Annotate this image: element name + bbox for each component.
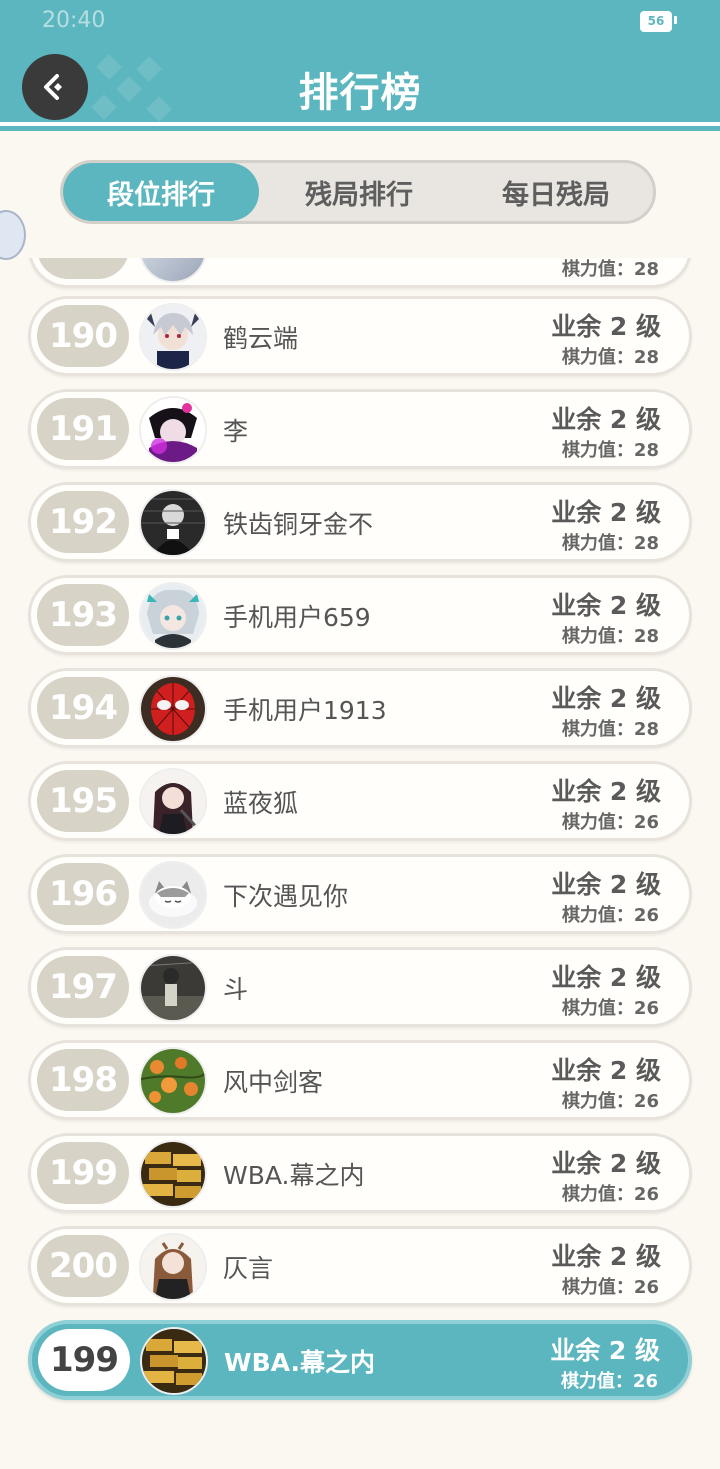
rank-badge: 193: [37, 584, 129, 646]
page-title: 排行榜: [298, 70, 422, 116]
tab-bar: 段位排行 残局排行 每日残局: [60, 160, 656, 224]
rank-badge: 197: [37, 956, 129, 1018]
tab-endgame-rank[interactable]: 残局排行: [259, 163, 459, 221]
list-item[interactable]: 197 ⽃ 业余 2 级 棋力值：26: [28, 947, 692, 1027]
power-value: 棋力值：28: [561, 626, 659, 647]
player-name: 下次遇见你: [223, 882, 349, 911]
rank-badge: 192: [37, 491, 129, 553]
tab-rank-by-level[interactable]: 段位排行: [63, 163, 259, 221]
power-value: 棋力值：28: [561, 259, 659, 280]
rank-badge: 190: [37, 305, 129, 367]
my-power-value: 棋力值：26: [560, 1371, 658, 1392]
avatar: [139, 396, 207, 464]
level-label: 业余 2 级: [551, 870, 661, 899]
player-name: 李: [223, 417, 249, 446]
my-rank-badge: 199: [38, 1329, 130, 1391]
list-item[interactable]: 192 铁齿铜牙金不 业余 2 级 棋力值：28: [28, 482, 692, 562]
player-name: 手机用户659: [223, 603, 371, 632]
list-item[interactable]: 193 手机用户659 业余 2 级 棋力值：28: [28, 575, 692, 655]
avatar: [139, 1140, 207, 1208]
my-avatar: [140, 1327, 208, 1395]
avatar: [139, 861, 207, 929]
list-item[interactable]: 198 风中剑客 业余 2 级 棋力值：26: [28, 1040, 692, 1120]
avatar: [139, 675, 207, 743]
list-item[interactable]: 191 李 业余 2 级 棋力值：28: [28, 389, 692, 469]
power-value: 棋力值：26: [561, 1277, 659, 1298]
level-label: 业余 2 级: [551, 1149, 661, 1178]
power-value: 棋力值：26: [561, 812, 659, 833]
rank-badge: 198: [37, 1049, 129, 1111]
list-item[interactable]: 195 蓝夜狐 业余 2 级 棋力值：26: [28, 761, 692, 841]
player-name: 风中剑客: [223, 1068, 324, 1097]
level-label: 业余 2 级: [551, 312, 661, 341]
level-label: 业余 2 级: [551, 405, 661, 434]
power-value: 棋力值：26: [561, 905, 659, 926]
avatar: [139, 489, 207, 557]
list-item[interactable]: 194 手机用户1913 业余 2 级 棋力值：28: [28, 668, 692, 748]
avatar: [139, 1233, 207, 1301]
header-divider-accent: [0, 126, 720, 131]
avatar: [139, 582, 207, 650]
my-level-label: 业余 2 级: [550, 1336, 660, 1365]
my-player-name: WBA.幕之内: [224, 1348, 375, 1377]
rank-badge: 194: [37, 677, 129, 739]
battery-tip: [674, 16, 677, 24]
list-item[interactable]: 190 鹤云端 业余 2 级 棋力值：28: [28, 296, 692, 376]
my-rank-row[interactable]: 199 WBA.幕之内 业余 2 级 棋力值：26: [28, 1320, 692, 1400]
player-name: ⽃: [223, 975, 249, 1004]
avatar: [139, 303, 207, 371]
power-value: 棋力值：26: [561, 1091, 659, 1112]
battery-icon: 56: [640, 11, 672, 32]
level-label: 业余 2 级: [551, 1242, 661, 1271]
level-label: 业余 2 级: [551, 963, 661, 992]
level-label: 业余 2 级: [551, 1056, 661, 1085]
player-name: 手机用户1913: [223, 696, 387, 725]
player-name: WBA.幕之内: [223, 1161, 365, 1190]
list-item[interactable]: 199 WBA.幕之内 业余 2 级 棋力值：26: [28, 1133, 692, 1213]
avatar: [139, 258, 207, 283]
power-value: 棋力值：28: [561, 440, 659, 461]
rank-badge: 199: [37, 1142, 129, 1204]
ranking-list[interactable]: 棋力值：28 190 鹤云端 业余 2 级 棋力值：28 191 李 业余 2 …: [0, 258, 720, 1310]
power-value: 棋力值：26: [561, 1184, 659, 1205]
rank-badge: [37, 258, 129, 279]
avatar: [139, 768, 207, 836]
power-value: 棋力值：28: [561, 719, 659, 740]
power-value: 棋力值：28: [561, 347, 659, 368]
list-item-partial[interactable]: 棋力值：28: [28, 258, 692, 288]
level-label: 业余 2 级: [551, 777, 661, 806]
tab-daily-endgame[interactable]: 每日残局: [459, 163, 653, 221]
player-name: 仄言: [223, 1254, 274, 1283]
level-label: 业余 2 级: [551, 498, 661, 527]
player-name: 蓝夜狐: [223, 789, 299, 818]
list-item[interactable]: 200 仄言 业余 2 级 棋力值：26: [28, 1226, 692, 1306]
avatar: [139, 1047, 207, 1115]
power-value: 棋力值：26: [561, 998, 659, 1019]
rank-badge: 196: [37, 863, 129, 925]
list-item[interactable]: 196 下次遇见你 业余 2 级 棋力值：26: [28, 854, 692, 934]
player-name: 铁齿铜牙金不: [223, 510, 374, 539]
header-bar: 20:40 56 排行榜: [0, 0, 720, 122]
floating-bubble[interactable]: [0, 210, 26, 260]
rank-badge: 195: [37, 770, 129, 832]
avatar: [139, 954, 207, 1022]
power-value: 棋力值：28: [561, 533, 659, 554]
rank-badge: 200: [37, 1235, 129, 1297]
status-time: 20:40: [42, 8, 106, 33]
level-label: 业余 2 级: [551, 591, 661, 620]
level-label: 业余 2 级: [551, 684, 661, 713]
player-name: 鹤云端: [223, 324, 299, 353]
rank-badge: 191: [37, 398, 129, 460]
